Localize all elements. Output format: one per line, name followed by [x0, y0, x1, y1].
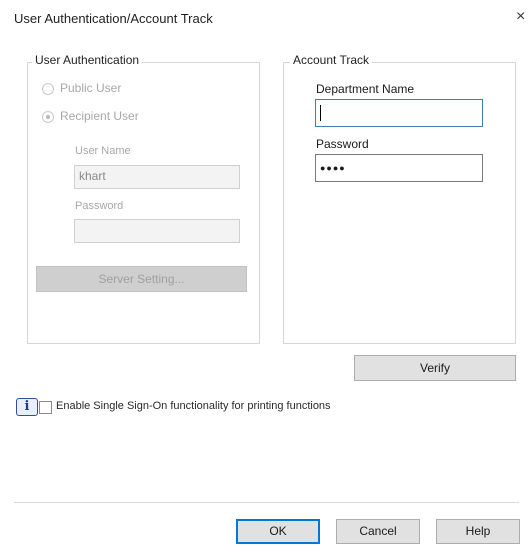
close-icon[interactable]: × [516, 8, 525, 26]
account-password-field[interactable]: ●●●● [315, 154, 483, 182]
account-track-legend: Account Track [290, 53, 373, 67]
public-user-radio[interactable] [42, 83, 54, 95]
department-name-label: Department Name [316, 82, 415, 96]
user-password-label: Password [75, 200, 124, 212]
sso-checkbox[interactable] [39, 401, 52, 414]
account-password-label: Password [316, 137, 369, 151]
server-setting-button[interactable]: Server Setting... [36, 266, 247, 292]
department-name-field[interactable] [315, 99, 483, 127]
info-icon: i [16, 398, 38, 416]
cancel-button[interactable]: Cancel [336, 519, 420, 544]
account-password-value: ●●●● [320, 163, 346, 173]
user-name-field[interactable]: khart [74, 165, 240, 189]
user-authentication-group [27, 62, 260, 344]
recipient-user-label: Recipient User [60, 109, 139, 123]
user-authentication-legend: User Authentication [32, 53, 143, 67]
user-password-field[interactable] [74, 219, 240, 243]
ok-button[interactable]: OK [236, 519, 320, 544]
recipient-user-radio[interactable] [42, 111, 54, 123]
public-user-label: Public User [60, 81, 122, 95]
text-caret [320, 105, 321, 121]
user-name-label: User Name [75, 145, 131, 157]
radio-selected-dot [46, 115, 50, 119]
dialog-title: User Authentication/Account Track [14, 11, 213, 26]
sso-label: Enable Single Sign-On functionality for … [56, 400, 331, 412]
footer-separator [14, 502, 519, 503]
verify-button[interactable]: Verify [354, 355, 516, 381]
help-button[interactable]: Help [436, 519, 520, 544]
